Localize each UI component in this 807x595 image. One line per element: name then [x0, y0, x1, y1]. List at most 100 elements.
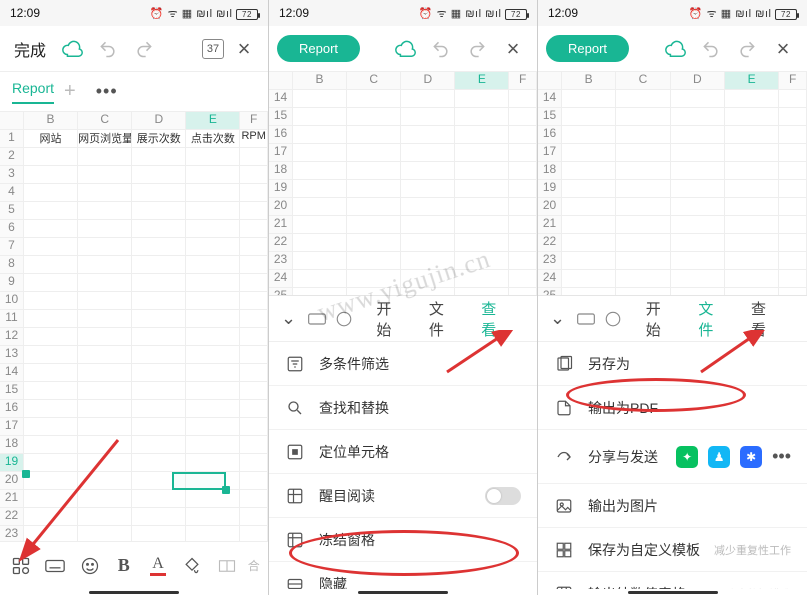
- row[interactable]: 13: [0, 346, 268, 364]
- row[interactable]: 14: [269, 90, 537, 108]
- row[interactable]: 22: [269, 234, 537, 252]
- close-icon[interactable]: ×: [228, 33, 260, 65]
- toggle[interactable]: [485, 487, 521, 505]
- fill-color-icon[interactable]: [179, 553, 205, 579]
- row[interactable]: 15: [0, 382, 268, 400]
- row[interactable]: 21: [269, 216, 537, 234]
- row[interactable]: 12: [0, 328, 268, 346]
- row[interactable]: 18: [269, 162, 537, 180]
- tab-start[interactable]: 开始: [636, 298, 683, 340]
- row[interactable]: 19: [269, 180, 537, 198]
- emoji-icon[interactable]: [602, 307, 623, 331]
- app-icon[interactable]: ✱: [740, 446, 762, 468]
- tab-start[interactable]: 开始: [366, 298, 412, 340]
- cloud-icon[interactable]: [659, 33, 691, 65]
- tab-file[interactable]: 文件: [688, 298, 735, 340]
- keyboard-icon[interactable]: [42, 553, 68, 579]
- cloud-icon[interactable]: [389, 33, 421, 65]
- sheet-tab-report[interactable]: Report: [12, 80, 54, 104]
- report-pill[interactable]: Report: [546, 35, 629, 62]
- emoji-icon[interactable]: [333, 307, 354, 331]
- more-icon[interactable]: •••: [96, 81, 118, 102]
- menu-item-saveas[interactable]: 另存为: [538, 342, 807, 386]
- add-sheet-icon[interactable]: +: [64, 80, 76, 103]
- row[interactable]: 1网站网页浏览量展示次数点击次数RPM: [0, 130, 268, 148]
- row[interactable]: 9: [0, 274, 268, 292]
- row[interactable]: 15: [269, 108, 537, 126]
- row[interactable]: 16: [0, 400, 268, 418]
- row[interactable]: 8: [0, 256, 268, 274]
- row[interactable]: 20: [538, 198, 807, 216]
- menu-item-share[interactable]: 分享与发送✦♟✱•••: [538, 430, 807, 484]
- menu-item-values[interactable]: 输出纯数值表格防止数据错乱: [538, 572, 807, 589]
- row[interactable]: 18: [0, 436, 268, 454]
- row[interactable]: 23: [269, 252, 537, 270]
- row[interactable]: 20: [269, 198, 537, 216]
- bottom-sheet: ⌄ 开始 文件 查看 另存为输出为PDF分享与发送✦♟✱•••输出为图片保存为自…: [538, 295, 807, 595]
- undo-icon[interactable]: [695, 33, 727, 65]
- font-color-icon[interactable]: A: [145, 553, 171, 579]
- menu-item-image[interactable]: 输出为图片: [538, 484, 807, 528]
- bold-icon[interactable]: B: [111, 553, 137, 579]
- row[interactable]: 4: [0, 184, 268, 202]
- report-pill[interactable]: Report: [277, 35, 360, 62]
- wechat-icon[interactable]: ✦: [676, 446, 698, 468]
- merge-icon[interactable]: [214, 553, 240, 579]
- emoji-icon[interactable]: [77, 553, 103, 579]
- tab-file[interactable]: 文件: [419, 298, 465, 340]
- row[interactable]: 10: [0, 292, 268, 310]
- row[interactable]: 5: [0, 202, 268, 220]
- row[interactable]: 16: [538, 126, 807, 144]
- row[interactable]: 21: [538, 216, 807, 234]
- more-icon[interactable]: •••: [772, 446, 791, 468]
- row[interactable]: 17: [269, 144, 537, 162]
- redo-icon[interactable]: [461, 33, 493, 65]
- row[interactable]: 3: [0, 166, 268, 184]
- row[interactable]: 23: [538, 252, 807, 270]
- row[interactable]: 14: [538, 90, 807, 108]
- menu-item-focus[interactable]: 醒目阅读: [269, 474, 537, 518]
- cloud-icon[interactable]: [56, 33, 88, 65]
- redo-icon[interactable]: [731, 33, 763, 65]
- row[interactable]: 23: [0, 526, 268, 541]
- row[interactable]: 17: [538, 144, 807, 162]
- row[interactable]: 24: [269, 270, 537, 288]
- collapse-icon[interactable]: ⌄: [546, 308, 569, 329]
- keyboard-icon[interactable]: [575, 307, 596, 331]
- menu-item-pdf[interactable]: 输出为PDF: [538, 386, 807, 430]
- qq-icon[interactable]: ♟: [708, 446, 730, 468]
- row[interactable]: 22: [538, 234, 807, 252]
- close-icon[interactable]: ×: [497, 33, 529, 65]
- spreadsheet[interactable]: B C D E F 1网站网页浏览量展示次数点击次数RPM23456789101…: [0, 112, 268, 541]
- keyboard-icon[interactable]: [306, 307, 327, 331]
- menu-item-filter[interactable]: 多条件筛选: [269, 342, 537, 386]
- row[interactable]: 15: [538, 108, 807, 126]
- menu-item-freeze[interactable]: 冻结窗格: [269, 518, 537, 562]
- menu-item-hide[interactable]: 隐藏: [269, 562, 537, 589]
- row[interactable]: 19: [0, 454, 268, 472]
- tab-view[interactable]: 查看: [741, 298, 788, 340]
- undo-icon[interactable]: [425, 33, 457, 65]
- close-icon[interactable]: ×: [767, 33, 799, 65]
- row[interactable]: 17: [0, 418, 268, 436]
- row[interactable]: 14: [0, 364, 268, 382]
- row[interactable]: 11: [0, 310, 268, 328]
- menu-item-locate[interactable]: 定位单元格: [269, 430, 537, 474]
- undo-icon[interactable]: [92, 33, 124, 65]
- tab-view[interactable]: 查看: [471, 298, 517, 340]
- apps-icon[interactable]: [8, 553, 34, 579]
- row[interactable]: 7: [0, 238, 268, 256]
- menu-item-search[interactable]: 查找和替换: [269, 386, 537, 430]
- row[interactable]: 18: [538, 162, 807, 180]
- collapse-icon[interactable]: ⌄: [277, 308, 300, 329]
- row[interactable]: 6: [0, 220, 268, 238]
- menu-item-template[interactable]: 保存为自定义模板减少重复性工作: [538, 528, 807, 572]
- row[interactable]: 24: [538, 270, 807, 288]
- row[interactable]: 2: [0, 148, 268, 166]
- done-button[interactable]: 完成: [8, 33, 52, 65]
- row[interactable]: 22: [0, 508, 268, 526]
- calendar-icon[interactable]: 37: [202, 39, 224, 59]
- row[interactable]: 16: [269, 126, 537, 144]
- redo-icon[interactable]: [128, 33, 160, 65]
- row[interactable]: 19: [538, 180, 807, 198]
